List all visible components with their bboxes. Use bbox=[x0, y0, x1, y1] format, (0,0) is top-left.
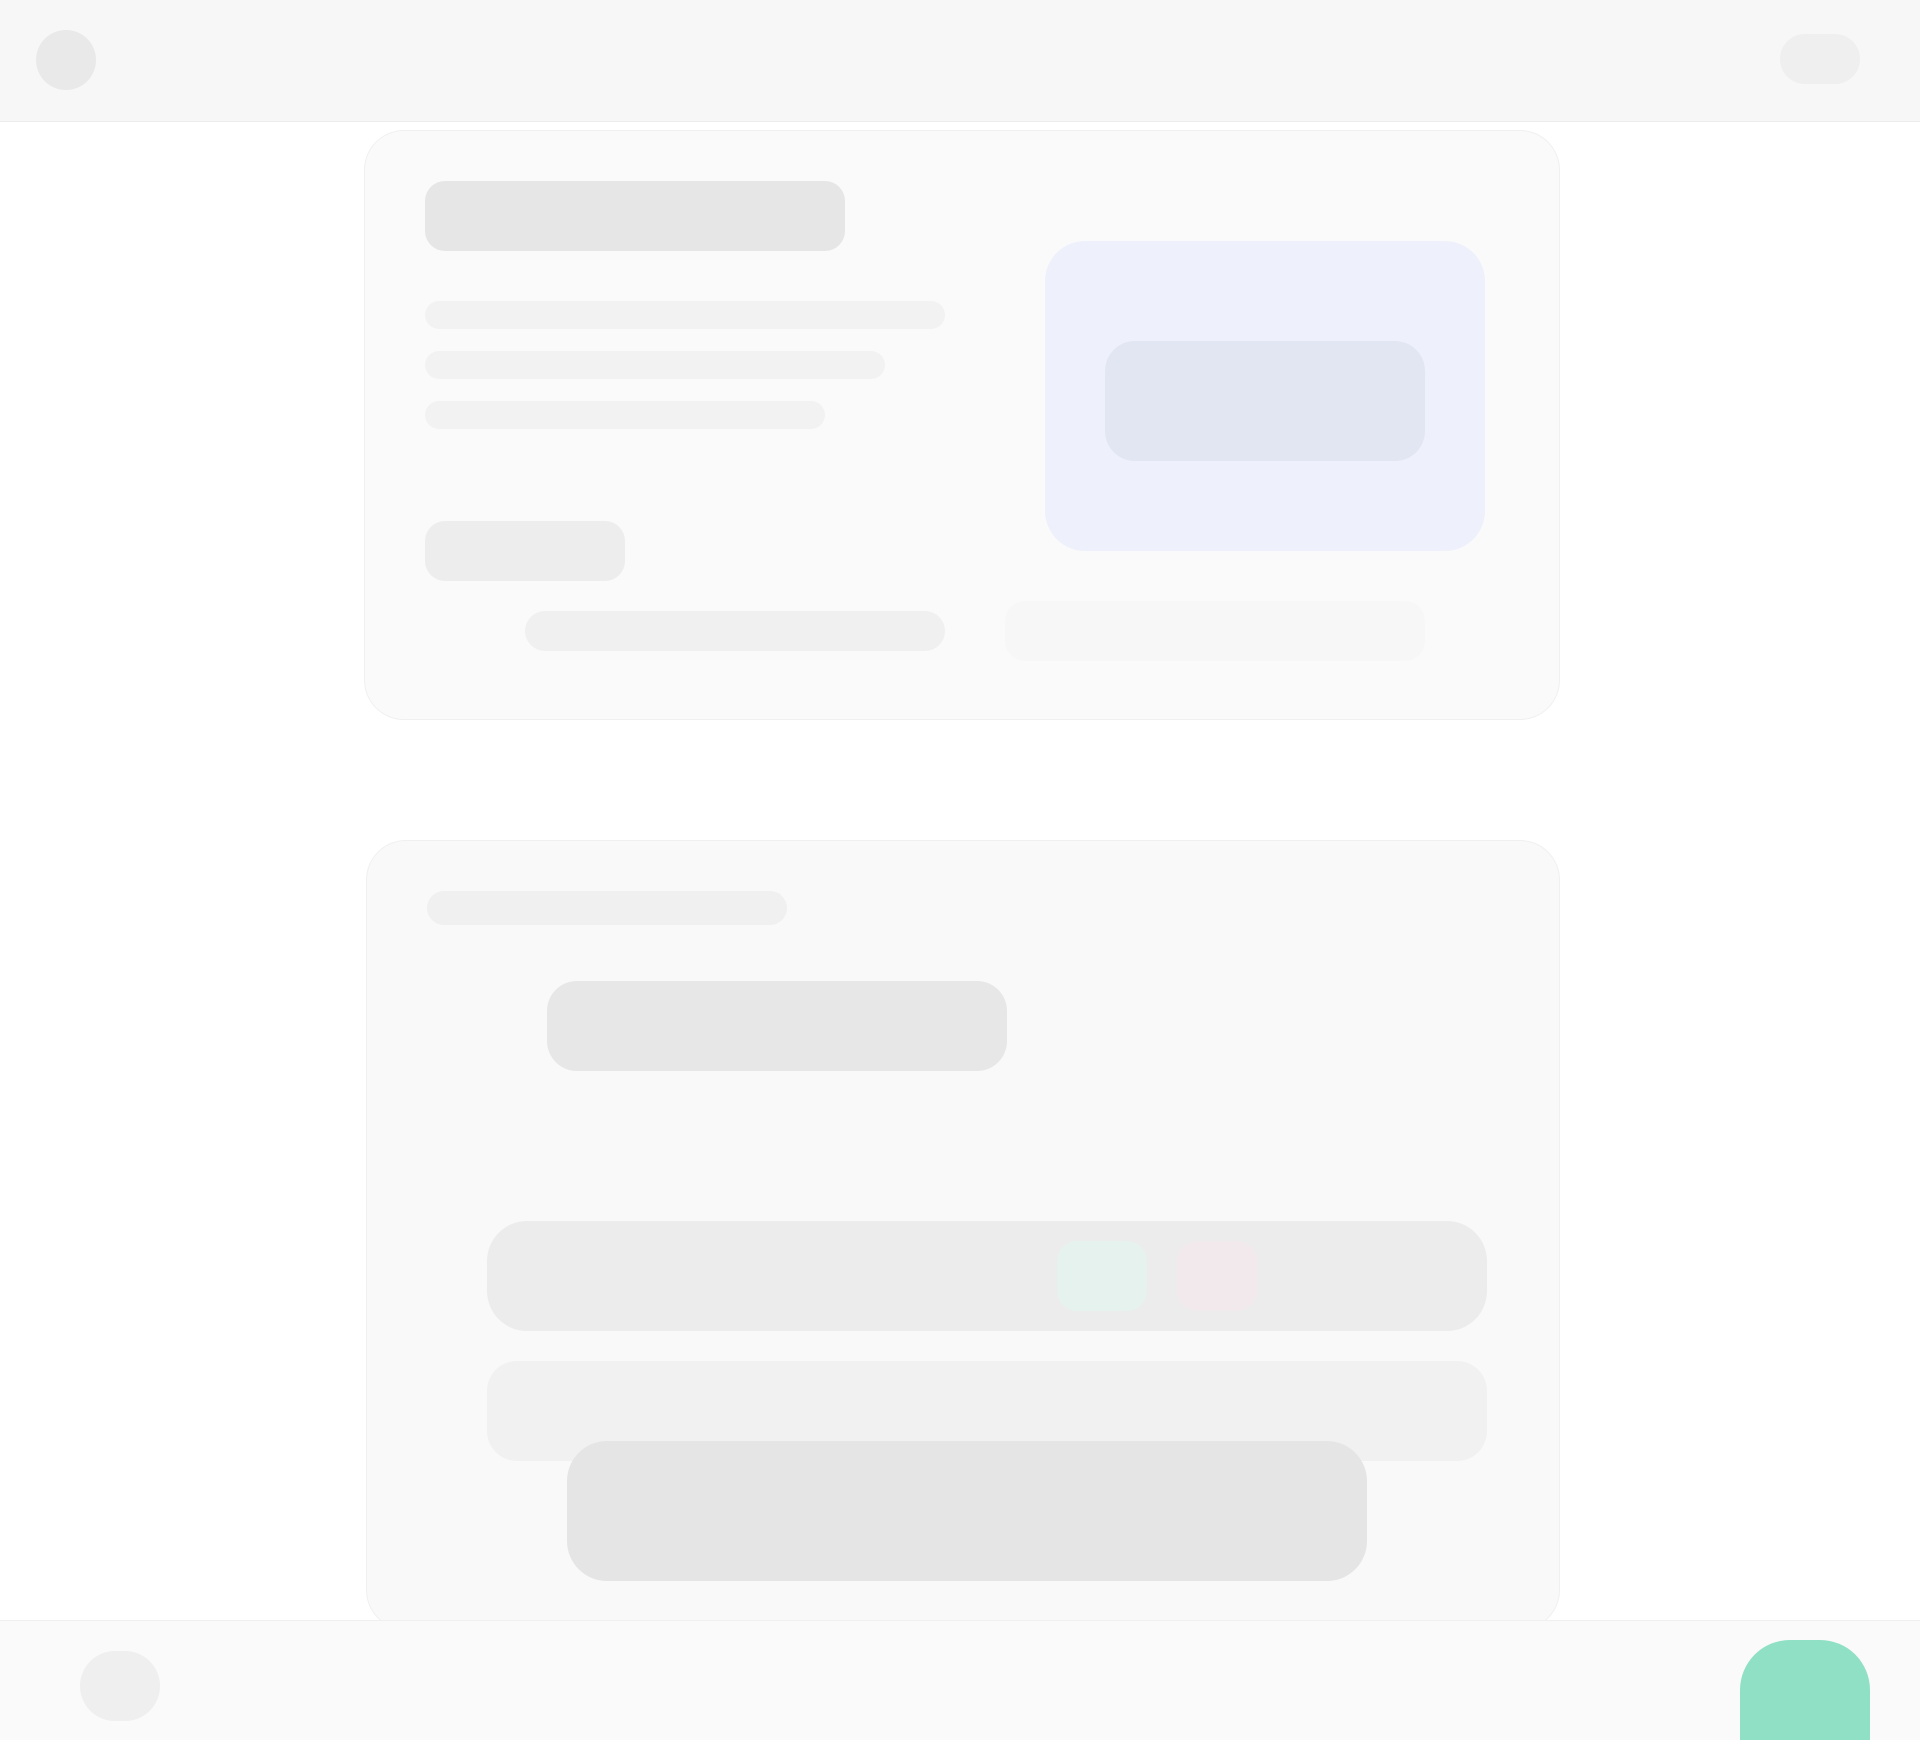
app-icon[interactable] bbox=[36, 30, 96, 90]
list-item[interactable] bbox=[567, 1441, 1367, 1581]
details-card bbox=[366, 840, 1560, 1630]
meta-label bbox=[425, 521, 625, 581]
status-badge bbox=[1177, 1241, 1257, 1311]
section-title bbox=[547, 981, 1007, 1071]
status-badge bbox=[1057, 1241, 1147, 1311]
bottom-bar bbox=[0, 1620, 1920, 1740]
card-text-line bbox=[425, 301, 945, 329]
image-icon bbox=[1105, 341, 1425, 461]
top-header bbox=[0, 0, 1920, 122]
image-tile[interactable] bbox=[1045, 241, 1485, 551]
fab-button[interactable] bbox=[1740, 1640, 1870, 1740]
summary-card bbox=[364, 130, 1560, 720]
list-item[interactable] bbox=[487, 1221, 1487, 1331]
menu-icon[interactable] bbox=[80, 1651, 160, 1721]
meta-text bbox=[1005, 601, 1425, 661]
card-title bbox=[425, 181, 845, 251]
card-text-line bbox=[425, 401, 825, 429]
account-icon[interactable] bbox=[1780, 34, 1860, 84]
card-text-line bbox=[425, 351, 885, 379]
meta-text bbox=[525, 611, 945, 651]
section-label bbox=[427, 891, 787, 925]
